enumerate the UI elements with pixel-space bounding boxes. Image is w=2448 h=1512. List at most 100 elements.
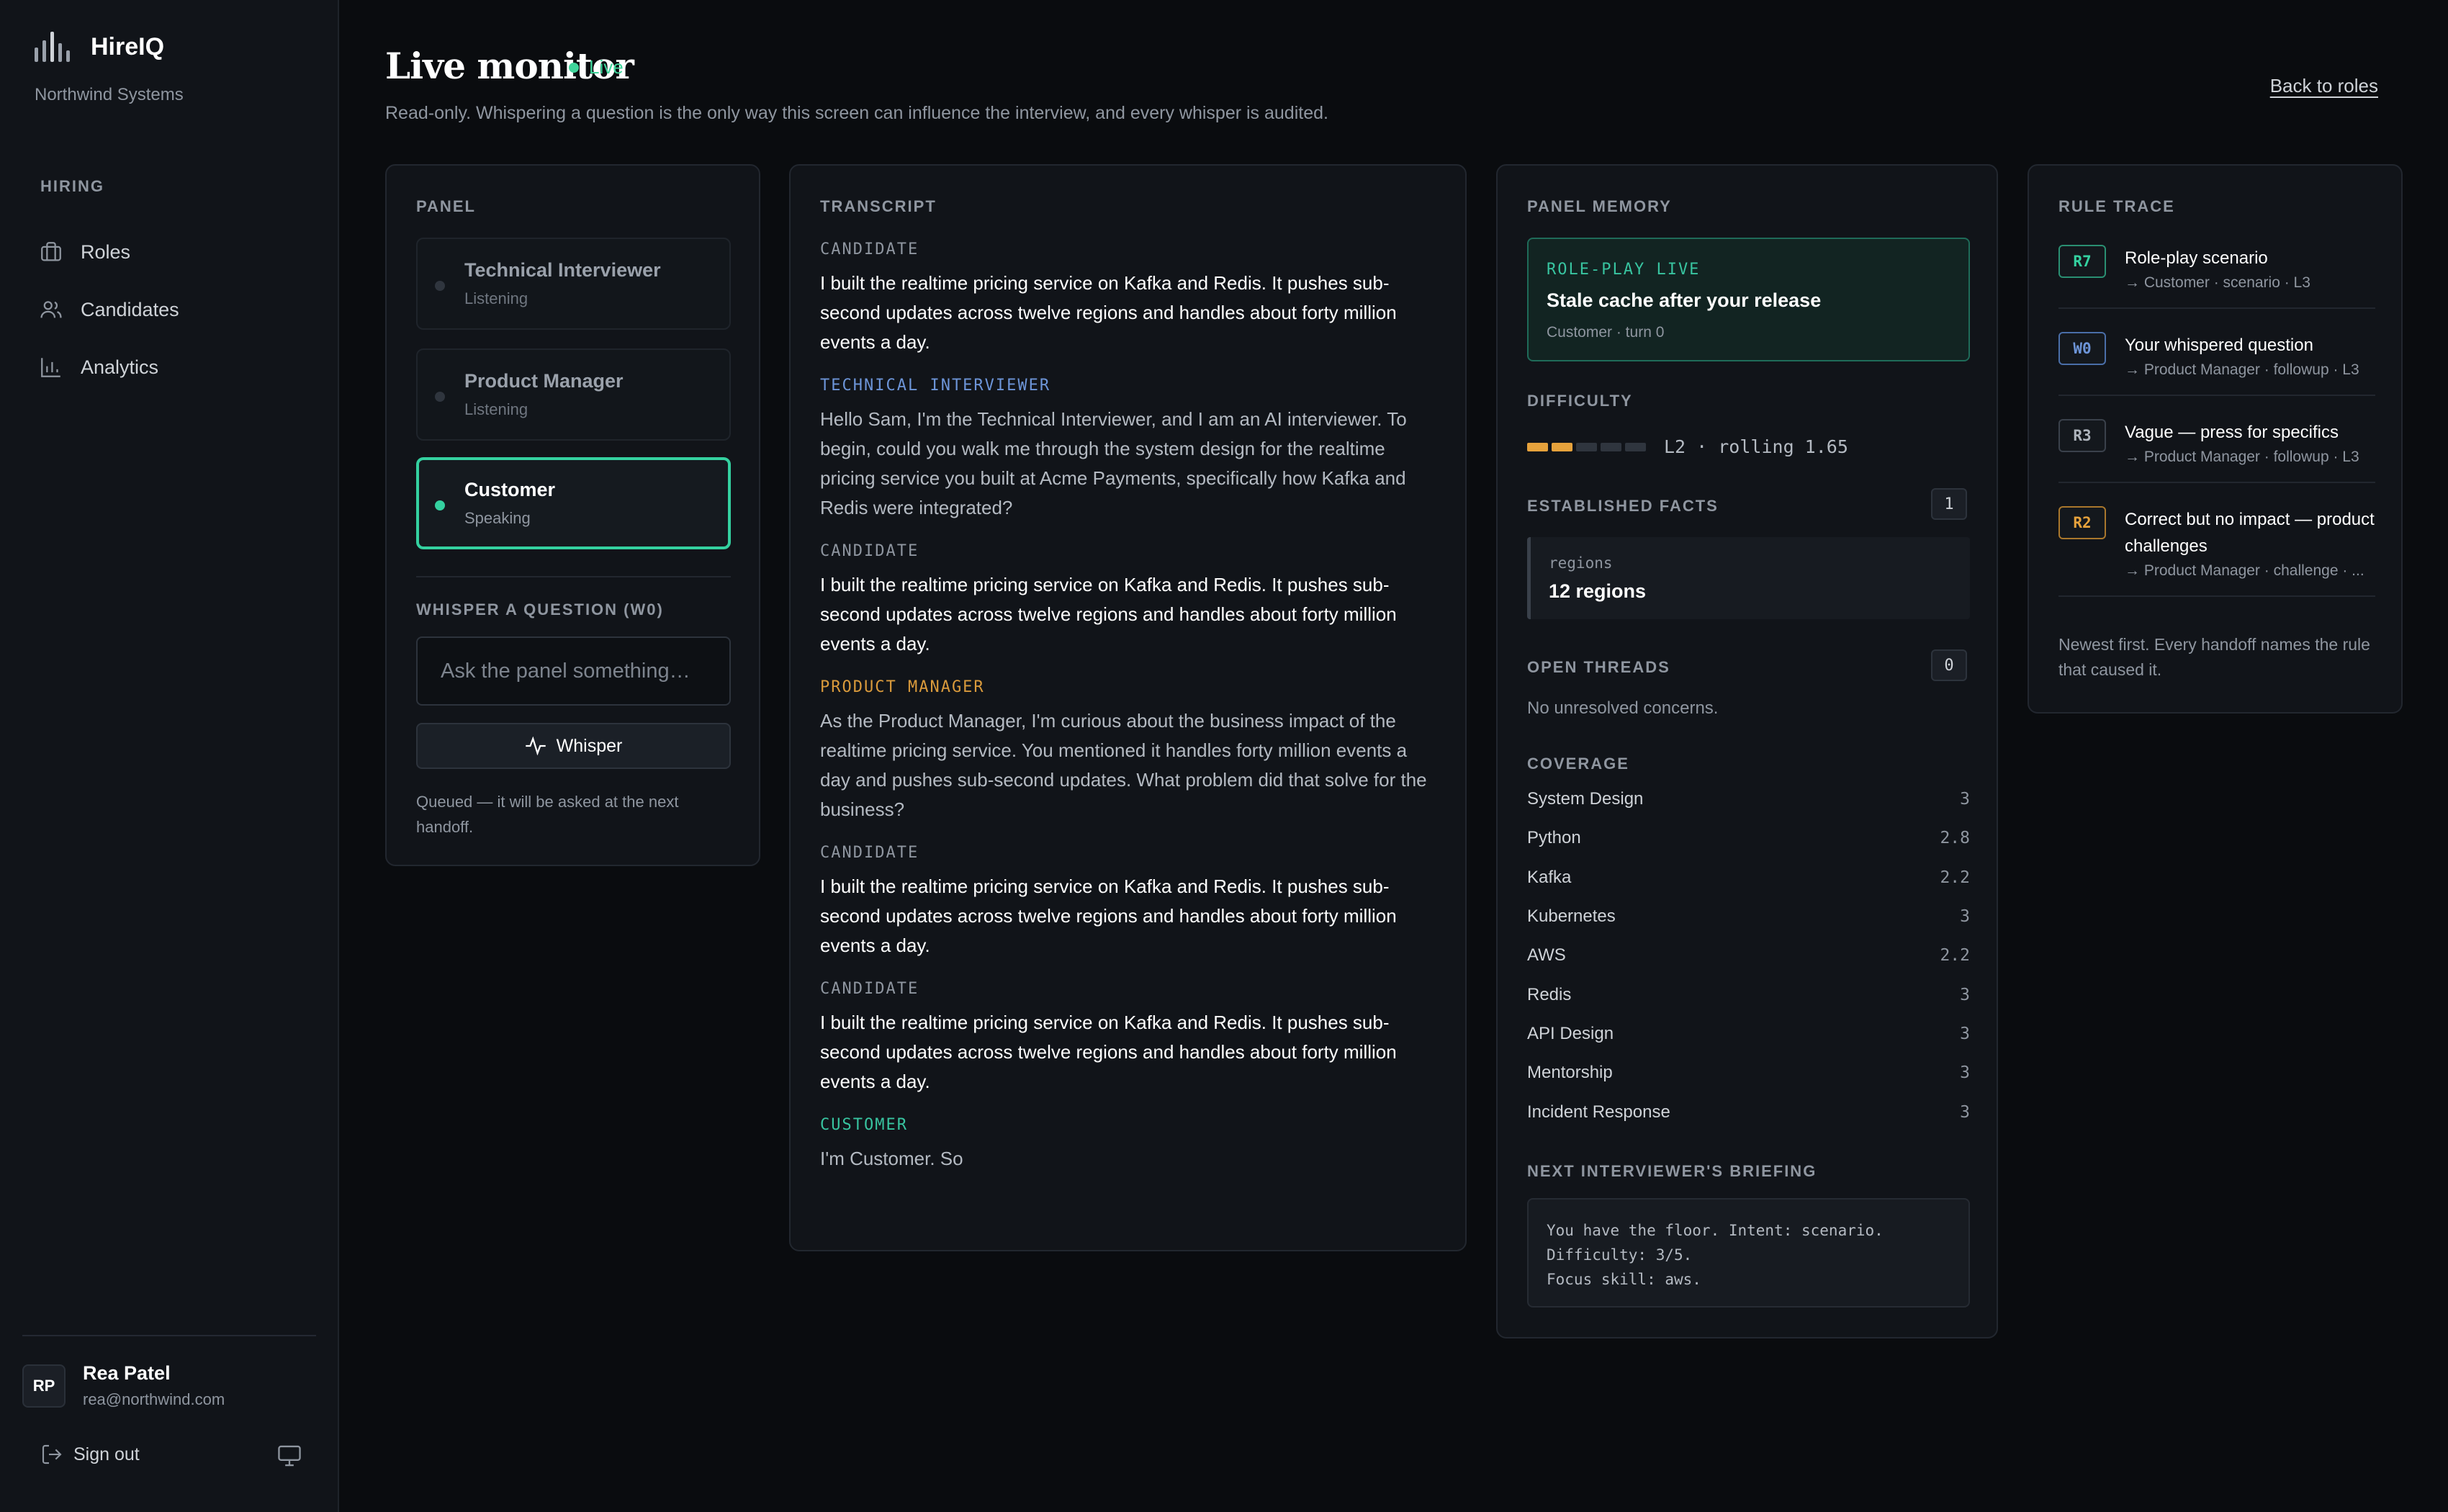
coverage-skill: System Design — [1527, 789, 1644, 809]
persona-status-dot-icon — [435, 281, 445, 291]
transcript-label: TRANSCRIPT — [820, 197, 937, 215]
avatar: RP — [22, 1364, 66, 1408]
coverage-row: Incident Response 3 — [1527, 1092, 1970, 1131]
whisper-button-label: Whisper — [556, 735, 623, 756]
sidebar: HireIQ Northwind Systems HIRING Roles Ca… — [0, 0, 339, 1512]
transcript-message: CANDIDATE I built the realtime pricing s… — [820, 240, 1439, 357]
persona-name: Technical Interviewer — [464, 259, 661, 281]
rule-badge: R2 — [2058, 506, 2106, 539]
briefing-line: You have the floor. Intent: scenario. — [1547, 1222, 1884, 1239]
whisper-button[interactable]: Whisper — [416, 723, 731, 769]
page-subtitle: Read-only. Whispering a question is the … — [385, 103, 1328, 123]
coverage-score: 3 — [1960, 790, 1970, 809]
coverage-row: Kafka 2.2 — [1527, 858, 1970, 897]
whisper-input[interactable] — [416, 636, 731, 706]
transcript-message: CUSTOMER I'm Customer. So — [820, 1116, 1439, 1174]
live-status-label: Live — [589, 56, 624, 78]
message-speaker: CANDIDATE — [820, 240, 919, 258]
coverage-score: 3 — [1960, 1063, 1970, 1083]
user-profile[interactable]: RP Rea Patel rea@northwind.com — [22, 1362, 225, 1409]
rule-trace-item[interactable]: W0 Your whispered question → Product Man… — [2058, 325, 2375, 396]
message-speaker: PRODUCT MANAGER — [820, 678, 985, 696]
difficulty-label: DIFFICULTY — [1527, 392, 1633, 410]
rule-trace-note: Newest first. Every handoff names the ru… — [2058, 635, 2370, 679]
live-status-badge: Live — [569, 56, 624, 78]
coverage-skill: Kafka — [1527, 867, 1572, 887]
persona-name: Product Manager — [464, 370, 624, 392]
users-icon — [40, 301, 62, 318]
fact-value: 12 regions — [1549, 580, 1647, 602]
fact-key: regions — [1549, 554, 1613, 572]
difficulty-text: L2 · rolling 1.65 — [1664, 436, 1848, 457]
coverage-row: Mentorship 3 — [1527, 1053, 1970, 1092]
panel-label: PANEL — [416, 197, 476, 215]
roleplay-subtitle: Customer · turn 0 — [1547, 324, 1665, 341]
message-speaker: CUSTOMER — [820, 1116, 908, 1134]
transcript-message: CANDIDATE I built the realtime pricing s… — [820, 844, 1439, 960]
difficulty-segments — [1527, 442, 1650, 451]
sidebar-item-analytics[interactable]: Analytics — [39, 338, 312, 396]
message-speaker: TECHNICAL INTERVIEWER — [820, 377, 1051, 395]
monitor-icon[interactable] — [276, 1444, 302, 1467]
rule-trace-item[interactable]: R3 Vague — press for specifics → Product… — [2058, 412, 2375, 483]
rule-title: Correct but no impact — product challeng… — [2125, 510, 2375, 556]
coverage-row: AWS 2.2 — [1527, 936, 1970, 975]
sign-out-button[interactable]: Sign out — [40, 1443, 140, 1466]
coverage-score: 2.8 — [1940, 829, 1970, 848]
app-logo[interactable]: HireIQ — [33, 30, 164, 63]
sidebar-item-candidates[interactable]: Candidates — [39, 281, 312, 338]
rule-title: Role-play scenario — [2125, 248, 2268, 268]
briefing-line: Focus skill: aws. — [1547, 1271, 1701, 1288]
panel-divider — [416, 576, 731, 577]
rule-trace-item[interactable]: R7 Role-play scenario → Customer · scena… — [2058, 238, 2375, 309]
coverage-row: System Design 3 — [1527, 780, 1970, 819]
transcript-message: CANDIDATE I built the realtime pricing s… — [820, 980, 1439, 1097]
coverage-skill: Mentorship — [1527, 1063, 1613, 1083]
coverage-score: 3 — [1960, 907, 1970, 927]
logout-icon — [42, 1444, 62, 1464]
established-facts-label: ESTABLISHED FACTS — [1527, 497, 1719, 515]
panel-memory-card: PANEL MEMORY ROLE-PLAY LIVE Stale cache … — [1496, 164, 1998, 1338]
briefcase-icon — [41, 242, 61, 261]
message-text: I built the realtime pricing service on … — [820, 272, 1397, 353]
logo-bars-icon — [35, 32, 70, 62]
persona-status-dot-icon — [435, 392, 445, 402]
panel-card: PANEL Technical Interviewer Listening Pr… — [385, 164, 760, 866]
difficulty-segment — [1625, 442, 1646, 451]
coverage-skill: API Design — [1527, 1023, 1614, 1043]
persona-status: Listening — [464, 289, 528, 307]
fact-item: regions 12 regions — [1527, 537, 1970, 619]
message-text: As the Product Manager, I'm curious abou… — [820, 710, 1427, 820]
briefing-label: NEXT INTERVIEWER'S BRIEFING — [1527, 1162, 1817, 1180]
rule-trace-item[interactable]: R2 Correct but no impact — product chall… — [2058, 499, 2375, 597]
pulse-icon — [525, 737, 546, 755]
threads-empty-text: No unresolved concerns. — [1527, 698, 1719, 718]
panel-memory-label: PANEL MEMORY — [1527, 197, 1672, 215]
rule-badge: W0 — [2058, 332, 2106, 365]
sidebar-item-roles[interactable]: Roles — [39, 223, 312, 281]
rule-subtitle: → Product Manager · followup · L3 — [2125, 449, 2359, 465]
coverage-score: 3 — [1960, 1024, 1970, 1043]
back-to-roles-link[interactable]: Back to roles — [2270, 75, 2378, 97]
coverage-skill: Python — [1527, 828, 1581, 848]
persona-status-dot-icon — [435, 500, 445, 510]
message-text: I'm Customer. So — [820, 1148, 963, 1169]
threads-count-badge: 0 — [1931, 649, 1967, 681]
coverage-score: 3 — [1960, 985, 1970, 1004]
message-text: I built the realtime pricing service on … — [820, 876, 1397, 956]
persona-product-manager[interactable]: Product Manager Listening — [416, 348, 731, 441]
persona-technical-interviewer[interactable]: Technical Interviewer Listening — [416, 238, 731, 330]
app-name: HireIQ — [91, 32, 165, 60]
transcript-list: CANDIDATE I built the realtime pricing s… — [820, 240, 1439, 1193]
bar-chart-icon — [41, 358, 60, 377]
persona-customer[interactable]: Customer Speaking — [416, 457, 731, 549]
whisper-queued-note: Queued — it will be asked at the next ha… — [416, 793, 679, 836]
rule-subtitle: → Product Manager · challenge · ... — [2125, 562, 2364, 579]
persona-status: Speaking — [464, 509, 531, 527]
transcript-message: CANDIDATE I built the realtime pricing s… — [820, 542, 1439, 659]
live-dot-icon — [569, 62, 579, 73]
coverage-skill: Kubernetes — [1527, 906, 1616, 927]
coverage-skill: Incident Response — [1527, 1102, 1670, 1122]
briefing-box: You have the floor. Intent: scenario. Di… — [1527, 1198, 1970, 1308]
sidebar-item-label: Roles — [81, 240, 131, 263]
